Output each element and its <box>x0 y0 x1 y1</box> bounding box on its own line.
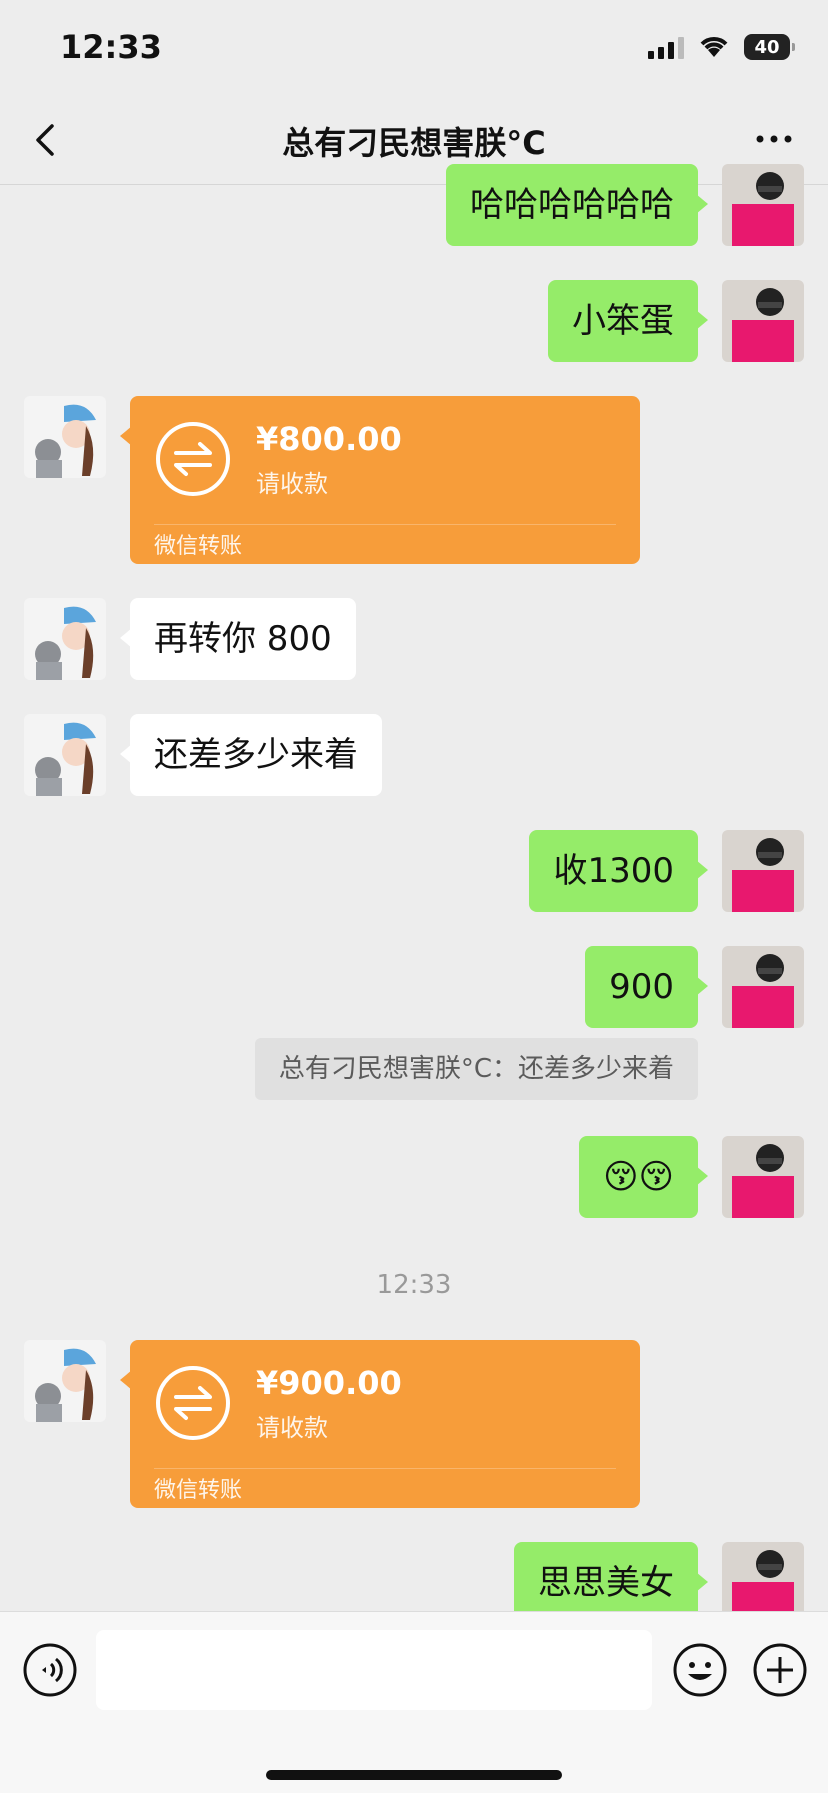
transfer-card[interactable]: ¥900.00 请收款 微信转账 <box>120 1340 640 1508</box>
avatar[interactable] <box>24 1340 106 1422</box>
transfer-status: 请收款 <box>256 470 328 498</box>
avatar[interactable] <box>722 1136 804 1218</box>
message-bubble[interactable]: 收1300 <box>529 830 708 912</box>
more-icon[interactable] <box>754 132 794 146</box>
input-bar <box>0 1611 828 1793</box>
avatar[interactable] <box>722 830 804 912</box>
chat-title: 总有刁民想害朕°C <box>282 124 546 162</box>
plus-icon[interactable] <box>752 1642 808 1698</box>
transfer-icon <box>156 422 230 496</box>
home-indicator <box>266 1770 562 1780</box>
avatar[interactable] <box>24 598 106 680</box>
emoji-icon[interactable] <box>672 1642 728 1698</box>
transfer-card[interactable]: ¥800.00 请收款 微信转账 <box>120 396 640 564</box>
transfer-icon <box>156 1366 230 1440</box>
wifi-icon <box>700 37 728 57</box>
nav-bar: 总有刁民想害朕°C <box>0 96 828 185</box>
message-bubble[interactable]: 哈哈哈哈哈哈 <box>446 164 708 246</box>
voice-icon[interactable] <box>22 1642 78 1698</box>
quoted-reply[interactable]: 总有刁民想害朕°C：还差多少来着 <box>254 1038 698 1100</box>
transfer-footer: 微信转账 <box>154 1478 243 1503</box>
message-bubble[interactable]: 再转你 800 <box>120 598 356 680</box>
message-bubble[interactable]: 😚😚 <box>579 1136 708 1218</box>
battery-icon: 40 <box>744 34 795 60</box>
avatar[interactable] <box>24 714 106 796</box>
transfer-status: 请收款 <box>256 1414 328 1442</box>
status-time: 12:33 <box>60 28 162 66</box>
time-stamp: 12:33 <box>376 1270 452 1300</box>
status-icons: 40 <box>648 34 795 60</box>
avatar[interactable] <box>722 164 804 246</box>
transfer-amount: ¥800.00 <box>256 420 402 458</box>
avatar[interactable] <box>722 280 804 362</box>
status-bar: 12:33 40 <box>0 0 828 96</box>
transfer-amount: ¥900.00 <box>256 1364 402 1402</box>
message-bubble[interactable]: 小笨蛋 <box>548 280 708 362</box>
divider <box>154 524 616 525</box>
signal-icon <box>648 35 684 59</box>
message-bubble[interactable]: 900 <box>585 946 708 1028</box>
transfer-footer: 微信转账 <box>154 534 243 559</box>
avatar[interactable] <box>722 946 804 1028</box>
message-bubble[interactable]: 还差多少来着 <box>120 714 382 796</box>
avatar[interactable] <box>24 396 106 478</box>
divider <box>154 1468 616 1469</box>
message-input[interactable] <box>96 1630 652 1710</box>
